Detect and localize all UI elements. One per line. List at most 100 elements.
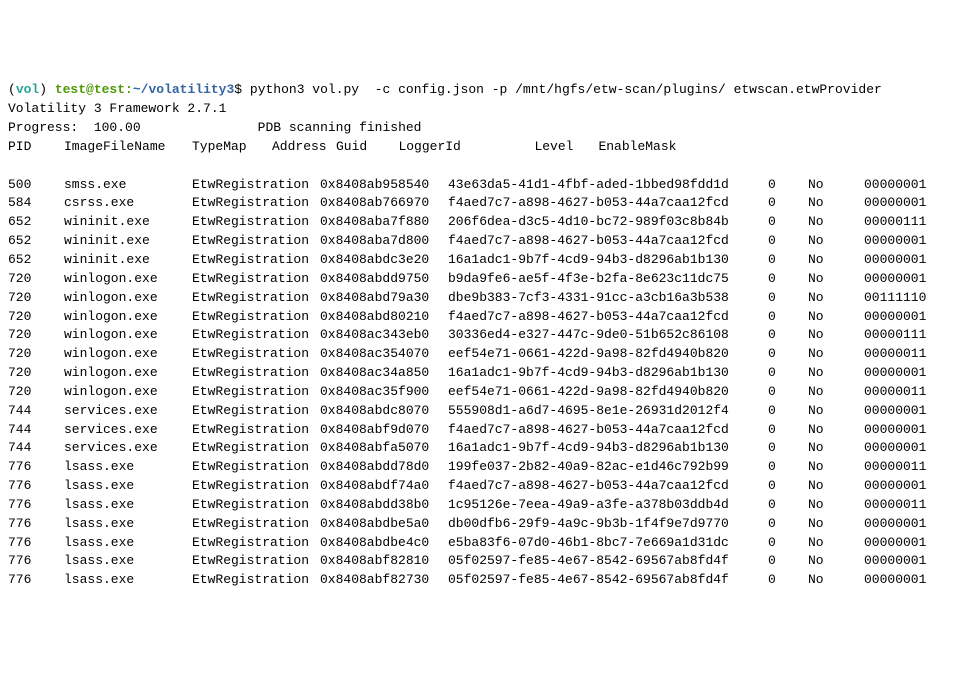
cell-image: services.exe	[64, 421, 192, 440]
hdr-typemap: TypeMap	[192, 138, 272, 157]
cell-pid: 776	[8, 515, 64, 534]
cell-guid: 05f02597-fe85-4e67-8542-69567ab8fd4f	[448, 552, 768, 571]
cell-level: No	[808, 458, 864, 477]
cell-type: EtwRegistration	[192, 515, 320, 534]
cell-logger: 0	[768, 289, 808, 308]
cell-mask: 00000001	[864, 534, 926, 553]
cell-addr: 0x8408abf82810	[320, 552, 448, 571]
cell-addr: 0x8408ac354070	[320, 345, 448, 364]
cell-type: EtwRegistration	[192, 270, 320, 289]
cell-level: No	[808, 439, 864, 458]
cell-type: EtwRegistration	[192, 421, 320, 440]
cell-image: wininit.exe	[64, 251, 192, 270]
cell-pid: 720	[8, 345, 64, 364]
cell-addr: 0x8408abd79a30	[320, 289, 448, 308]
cell-image: winlogon.exe	[64, 345, 192, 364]
cell-image: winlogon.exe	[64, 308, 192, 327]
cell-guid: f4aed7c7-a898-4627-b053-44a7caa12fcd	[448, 421, 768, 440]
cell-addr: 0x8408aba7d800	[320, 232, 448, 251]
cell-type: EtwRegistration	[192, 364, 320, 383]
cell-image: winlogon.exe	[64, 326, 192, 345]
banner-framework: Volatility 3 Framework 2.7.1	[8, 101, 226, 116]
cell-addr: 0x8408abf9d070	[320, 421, 448, 440]
cell-logger: 0	[768, 232, 808, 251]
cell-level: No	[808, 421, 864, 440]
cell-type: EtwRegistration	[192, 534, 320, 553]
cell-pid: 720	[8, 308, 64, 327]
prompt-dollar: $	[234, 82, 250, 97]
cell-mask: 00000001	[864, 364, 926, 383]
cell-pid: 720	[8, 383, 64, 402]
hdr-logger: LoggerId	[398, 138, 534, 157]
cell-type: EtwRegistration	[192, 477, 320, 496]
cell-pid: 776	[8, 571, 64, 590]
hdr-image: ImageFileName	[64, 138, 192, 157]
cell-logger: 0	[768, 213, 808, 232]
cell-level: No	[808, 552, 864, 571]
cell-mask: 00000111	[864, 326, 926, 345]
cell-mask: 00000001	[864, 552, 926, 571]
cell-level: No	[808, 289, 864, 308]
cell-image: lsass.exe	[64, 571, 192, 590]
cell-addr: 0x8408abf82730	[320, 571, 448, 590]
cell-mask: 00000011	[864, 383, 926, 402]
cell-guid: 199fe037-2b82-40a9-82ac-e1d46c792b99	[448, 458, 768, 477]
cell-type: EtwRegistration	[192, 345, 320, 364]
cell-image: services.exe	[64, 402, 192, 421]
cell-level: No	[808, 345, 864, 364]
cell-pid: 720	[8, 270, 64, 289]
cell-mask: 00000011	[864, 458, 926, 477]
cell-image: lsass.exe	[64, 534, 192, 553]
cell-addr: 0x8408ac34a850	[320, 364, 448, 383]
prompt-paren-open: (	[8, 82, 16, 97]
cell-type: EtwRegistration	[192, 176, 320, 195]
cell-mask: 00000001	[864, 439, 926, 458]
cell-pid: 744	[8, 439, 64, 458]
cell-addr: 0x8408abdd9750	[320, 270, 448, 289]
cell-guid: f4aed7c7-a898-4627-b053-44a7caa12fcd	[448, 232, 768, 251]
prompt-command[interactable]: python3 vol.py -c config.json -p /mnt/hg…	[250, 82, 882, 97]
cell-pid: 500	[8, 176, 64, 195]
cell-addr: 0x8408abdf74a0	[320, 477, 448, 496]
cell-mask: 00000011	[864, 345, 926, 364]
prompt-venv: vol	[16, 82, 39, 97]
cell-logger: 0	[768, 421, 808, 440]
hdr-pid: PID	[8, 138, 64, 157]
cell-level: No	[808, 402, 864, 421]
cell-guid: 16a1adc1-9b7f-4cd9-94b3-d8296ab1b130	[448, 439, 768, 458]
cell-logger: 0	[768, 383, 808, 402]
cell-type: EtwRegistration	[192, 289, 320, 308]
cell-type: EtwRegistration	[192, 251, 320, 270]
cell-guid: db00dfb6-29f9-4a9c-9b3b-1f4f9e7d9770	[448, 515, 768, 534]
cell-logger: 0	[768, 251, 808, 270]
cell-type: EtwRegistration	[192, 458, 320, 477]
hdr-address: Address	[272, 138, 336, 157]
cell-addr: 0x8408ac35f900	[320, 383, 448, 402]
hdr-level: Level	[534, 138, 598, 157]
cell-pid: 652	[8, 251, 64, 270]
cell-addr: 0x8408abfa5070	[320, 439, 448, 458]
cell-level: No	[808, 213, 864, 232]
cell-mask: 00000001	[864, 270, 926, 289]
cell-type: EtwRegistration	[192, 194, 320, 213]
cell-mask: 00000001	[864, 402, 926, 421]
cell-pid: 720	[8, 364, 64, 383]
table-body: 500smss.exeEtwRegistration0x8408ab958540…	[8, 176, 952, 591]
cell-type: EtwRegistration	[192, 326, 320, 345]
cell-guid: 05f02597-fe85-4e67-8542-69567ab8fd4f	[448, 571, 768, 590]
cell-pid: 652	[8, 232, 64, 251]
cell-type: EtwRegistration	[192, 213, 320, 232]
cell-mask: 00000001	[864, 232, 926, 251]
cell-guid: dbe9b383-7cf3-4331-91cc-a3cb16a3b538	[448, 289, 768, 308]
cell-mask: 00000111	[864, 213, 926, 232]
cell-image: lsass.exe	[64, 477, 192, 496]
cell-mask: 00000001	[864, 308, 926, 327]
cell-image: wininit.exe	[64, 213, 192, 232]
cell-image: csrss.exe	[64, 194, 192, 213]
hdr-guid: Guid	[336, 139, 367, 154]
prompt-colon: :	[125, 82, 133, 97]
cell-level: No	[808, 364, 864, 383]
cell-addr: 0x8408abdc3e20	[320, 251, 448, 270]
cell-logger: 0	[768, 364, 808, 383]
cell-logger: 0	[768, 326, 808, 345]
